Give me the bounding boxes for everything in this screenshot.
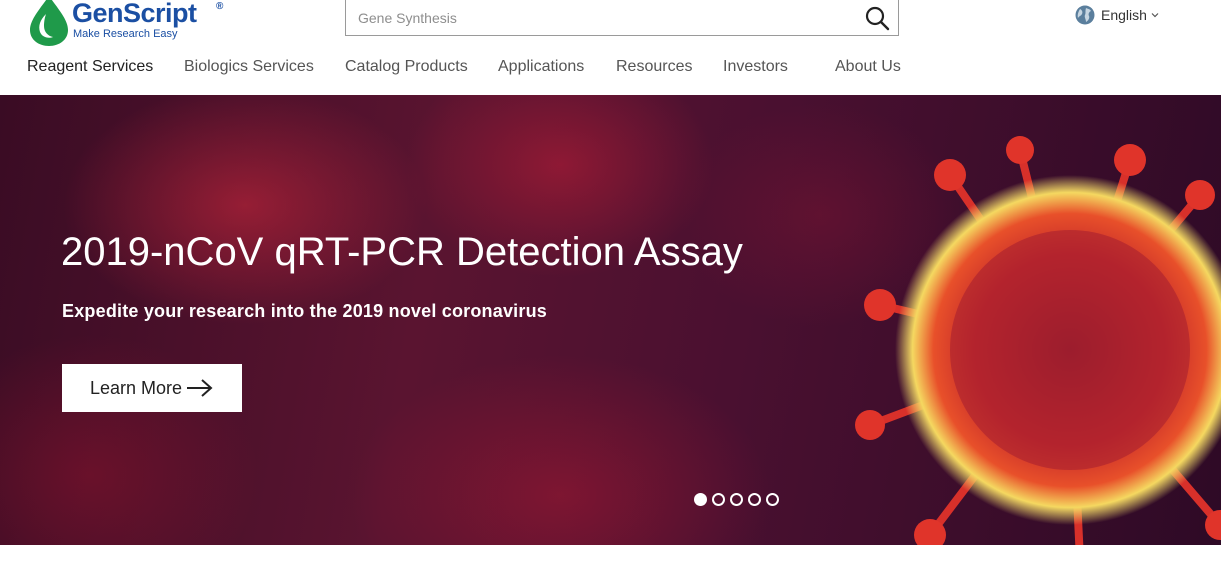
genscript-logo[interactable]: GenScript ® Make Research Easy <box>26 0 236 46</box>
coronavirus-illustration <box>855 136 1221 545</box>
nav-item-resources[interactable]: Resources <box>616 58 692 76</box>
chevron-down-icon <box>1151 13 1159 18</box>
nav-item-about-us[interactable]: About Us <box>835 58 901 76</box>
language-selector[interactable]: English <box>1075 4 1160 26</box>
arrow-right-icon <box>187 379 213 397</box>
carousel-dot-4[interactable] <box>748 493 761 506</box>
language-label: English <box>1101 7 1147 23</box>
search-box <box>345 0 899 36</box>
brand-tagline: Make Research Easy <box>73 28 178 40</box>
search-icon[interactable] <box>864 5 890 31</box>
brand-name: GenScript <box>72 0 197 28</box>
nav-item-applications[interactable]: Applications <box>498 58 584 76</box>
nav-item-biologics-services[interactable]: Biologics Services <box>184 58 314 76</box>
main-nav: Reagent Services Biologics Services Cata… <box>0 58 1221 88</box>
hero-title: 2019-nCoV qRT-PCR Detection Assay <box>61 230 743 274</box>
search-input[interactable] <box>356 6 840 30</box>
carousel-dot-3[interactable] <box>730 493 743 506</box>
hero-banner: 2019-nCoV qRT-PCR Detection Assay Expedi… <box>0 95 1221 545</box>
carousel-dot-5[interactable] <box>766 493 779 506</box>
carousel-pagination <box>694 493 779 506</box>
learn-more-label: Learn More <box>89 377 183 398</box>
hero-subtitle: Expedite your research into the 2019 nov… <box>62 301 547 321</box>
carousel-dot-2[interactable] <box>712 493 725 506</box>
nav-item-catalog-products[interactable]: Catalog Products <box>345 58 468 76</box>
genscript-logo-mark-icon <box>30 0 68 46</box>
brand-registered-mark: ® <box>216 1 224 12</box>
carousel-dot-1[interactable] <box>694 493 707 506</box>
globe-icon <box>1075 5 1095 25</box>
nav-item-reagent-services[interactable]: Reagent Services <box>27 58 153 76</box>
nav-item-investors[interactable]: Investors <box>723 58 788 76</box>
learn-more-button[interactable]: Learn More <box>62 364 242 412</box>
